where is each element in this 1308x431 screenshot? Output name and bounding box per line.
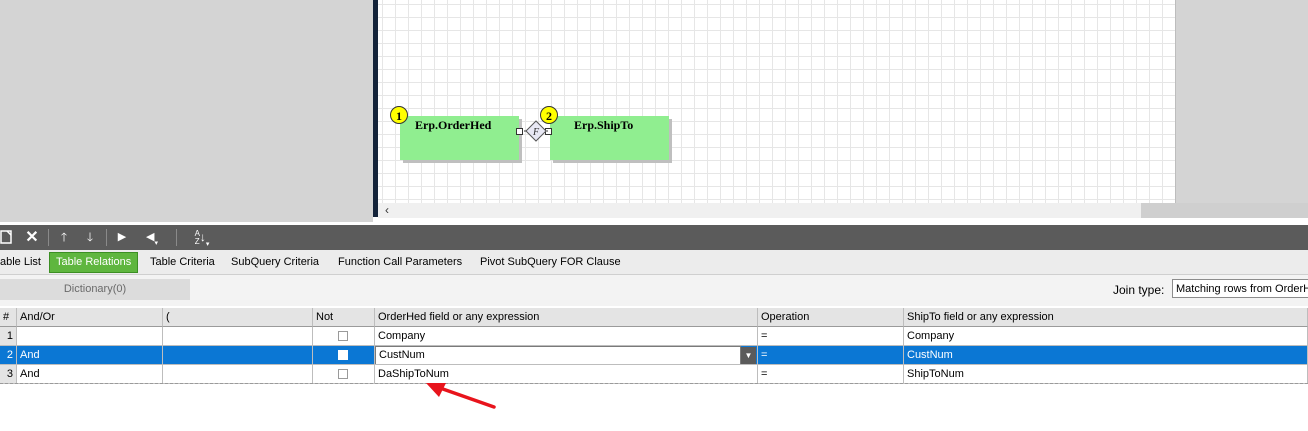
tab-function-call-parameters[interactable]: Function Call Parameters bbox=[338, 253, 462, 272]
table-node-name: Erp.OrderHed bbox=[415, 118, 492, 132]
and-or-cell[interactable]: And bbox=[17, 346, 163, 365]
not-checkbox[interactable] bbox=[338, 350, 348, 360]
not-cell bbox=[313, 346, 375, 365]
row-number: 2 bbox=[0, 346, 17, 365]
and-or-cell[interactable]: And bbox=[17, 365, 163, 384]
left-panel-strip bbox=[0, 217, 373, 222]
table-node-orderhed[interactable]: Erp.OrderHed bbox=[400, 116, 523, 160]
table-node-name: Erp.ShipTo bbox=[574, 118, 634, 132]
toolbar-separator bbox=[48, 229, 49, 246]
join-port-icon[interactable] bbox=[516, 128, 523, 135]
move-down-icon[interactable]: 🡓 bbox=[80, 225, 100, 250]
not-checkbox[interactable] bbox=[338, 369, 348, 379]
column-header-and-or[interactable]: And/Or bbox=[17, 308, 163, 327]
scrollbar-corner bbox=[1141, 203, 1308, 218]
join-type-select[interactable]: Matching rows from OrderH bbox=[1172, 279, 1308, 298]
open-paren-cell[interactable] bbox=[163, 346, 313, 365]
and-or-cell[interactable] bbox=[17, 327, 163, 346]
annotation-arrow-icon bbox=[426, 383, 496, 409]
dictionary-button[interactable]: Dictionary(0) bbox=[0, 279, 190, 300]
new-icon[interactable] bbox=[0, 225, 14, 250]
table-row-selected[interactable]: 2 And CustNum ▼ = CustNum bbox=[0, 346, 1308, 365]
grid-bottom-border bbox=[0, 383, 1308, 385]
row-number: 3 bbox=[0, 365, 17, 384]
toolbar: ✕ 🡑 🡓 ▶ ◀▾ A Z↓▾ bbox=[0, 225, 1308, 250]
tab-bar: able List Table Relations Table Criteria… bbox=[0, 250, 1308, 275]
column-header-not[interactable]: Not bbox=[313, 308, 375, 327]
join-type-label: Join type: bbox=[1113, 283, 1165, 297]
tab-table-relations[interactable]: Table Relations bbox=[49, 252, 139, 273]
relation-options-bar bbox=[0, 275, 1308, 306]
column-header-open-paren[interactable]: ( bbox=[163, 308, 313, 327]
column-header-orderhed-field[interactable]: OrderHed field or any expression bbox=[375, 308, 758, 327]
row-number: 1 bbox=[0, 327, 17, 346]
not-cell bbox=[313, 365, 375, 384]
join-symbol: F bbox=[532, 127, 540, 138]
right-panel bbox=[1175, 0, 1308, 203]
column-header-operation[interactable]: Operation bbox=[758, 308, 904, 327]
not-checkbox[interactable] bbox=[338, 331, 348, 341]
column-header-number[interactable]: # bbox=[0, 308, 17, 327]
sort-az-icon[interactable]: A Z↓▾ bbox=[184, 225, 220, 250]
tab-table-criteria[interactable]: Table Criteria bbox=[150, 253, 215, 272]
column-header-shipto-field[interactable]: ShipTo field or any expression bbox=[904, 308, 1308, 327]
diagram-canvas[interactable]: Erp.OrderHed 1 Erp.ShipTo 2 F bbox=[378, 0, 1175, 203]
left-panel bbox=[0, 0, 373, 217]
tab-subquery-criteria[interactable]: SubQuery Criteria bbox=[231, 253, 319, 272]
move-up-icon[interactable]: 🡑 bbox=[54, 225, 74, 250]
play-icon[interactable]: ▶ bbox=[114, 225, 130, 250]
open-paren-cell[interactable] bbox=[163, 365, 313, 384]
join-diamond-icon[interactable]: F bbox=[524, 120, 548, 144]
orderhed-field-cell[interactable]: CustNum ▼ bbox=[375, 346, 758, 365]
shipto-field-cell[interactable]: ShipToNum bbox=[904, 365, 1308, 384]
table-number-badge: 1 bbox=[390, 106, 408, 124]
orderhed-field-editor[interactable]: CustNum bbox=[375, 346, 741, 364]
toolbar-separator bbox=[176, 229, 177, 246]
step-back-icon[interactable]: ◀▾ bbox=[140, 225, 164, 250]
table-node-shipto[interactable]: Erp.ShipTo bbox=[545, 116, 669, 160]
scroll-left-icon[interactable]: ‹ bbox=[380, 203, 394, 218]
not-cell bbox=[313, 327, 375, 346]
operation-cell[interactable]: = bbox=[758, 327, 904, 346]
open-paren-cell[interactable] bbox=[163, 327, 313, 346]
toolbar-separator bbox=[106, 229, 107, 246]
tab-pivot-subquery-for-clause[interactable]: Pivot SubQuery FOR Clause bbox=[480, 253, 621, 272]
operation-cell[interactable]: = bbox=[758, 365, 904, 384]
table-row[interactable]: 3 And DaShipToNum = ShipToNum bbox=[0, 365, 1308, 384]
chevron-down-icon[interactable]: ▼ bbox=[741, 347, 756, 364]
operation-cell[interactable]: = bbox=[758, 346, 904, 365]
delete-icon[interactable]: ✕ bbox=[22, 225, 42, 250]
shipto-field-cell[interactable]: Company bbox=[904, 327, 1308, 346]
grid-header-row: # And/Or ( Not OrderHed field or any exp… bbox=[0, 308, 1308, 327]
shipto-field-cell[interactable]: CustNum bbox=[904, 346, 1308, 365]
orderhed-field-cell[interactable]: Company bbox=[375, 327, 758, 346]
table-row[interactable]: 1 Company = Company bbox=[0, 327, 1308, 346]
tab-table-list[interactable]: able List bbox=[0, 253, 41, 272]
